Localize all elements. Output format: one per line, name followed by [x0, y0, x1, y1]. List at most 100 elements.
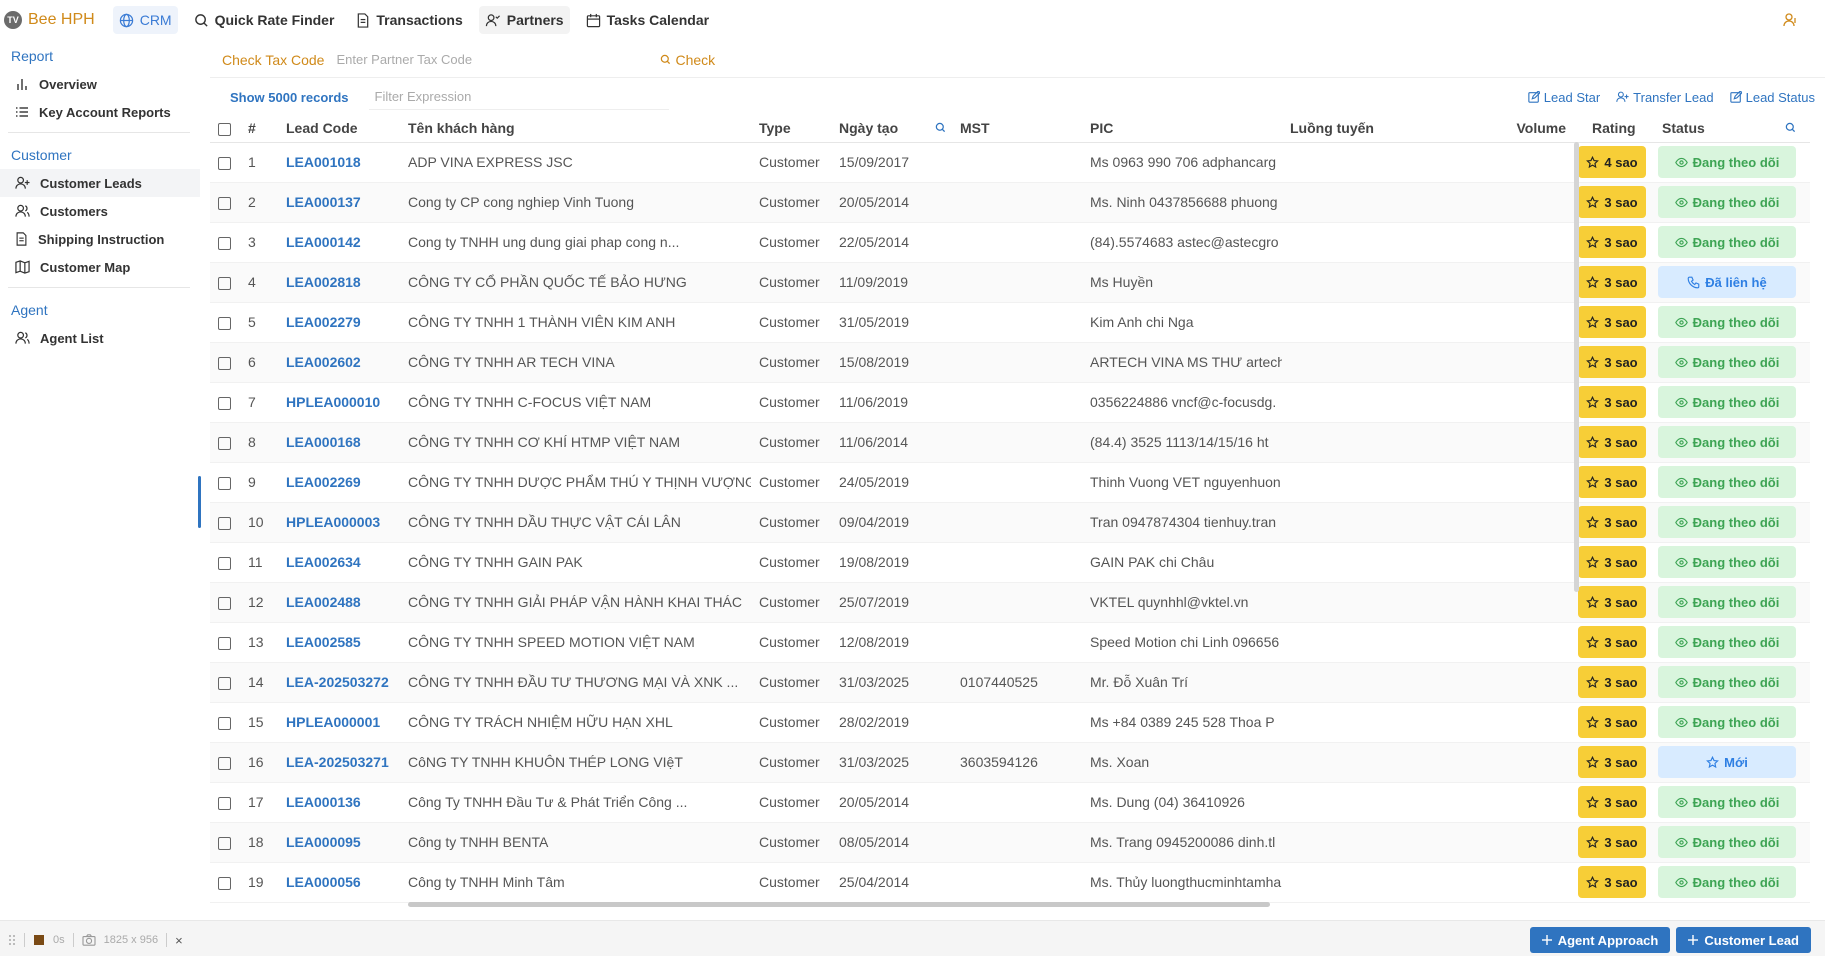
rating-badge[interactable]: 3 sao	[1578, 466, 1646, 498]
lead-code-link[interactable]: LEA002269	[286, 474, 361, 490]
sidebar-item-overview[interactable]: Overview	[0, 70, 200, 98]
status-badge[interactable]: Đang theo dõi	[1658, 866, 1796, 898]
sidebar-item-customers[interactable]: Customers	[0, 197, 200, 225]
row-checkbox[interactable]	[218, 676, 231, 690]
row-checkbox[interactable]	[218, 236, 231, 250]
sidebar-item-agent-list[interactable]: Agent List	[0, 324, 200, 352]
table-row[interactable]: 9 LEA002269 CÔNG TY TNHH DƯỢC PHẨM THÚ Y T…	[210, 462, 1810, 503]
rating-badge[interactable]: 3 sao	[1578, 506, 1646, 538]
lead-code-link[interactable]: LEA-202503272	[286, 674, 389, 690]
nav-partners[interactable]: Partners	[478, 6, 570, 34]
table-row[interactable]: 3 LEA000142 Cong ty TNHH ung dung giai pha…	[210, 222, 1810, 263]
rating-badge[interactable]: 3 sao	[1578, 546, 1646, 578]
lead-code-link[interactable]: LEA000095	[286, 834, 361, 850]
sidebar-item-customer-leads[interactable]: Customer Leads	[0, 169, 200, 197]
row-checkbox[interactable]	[218, 356, 231, 370]
row-checkbox[interactable]	[218, 796, 231, 810]
nav-transactions[interactable]: Transactions	[350, 6, 468, 34]
lead-star-button[interactable]: Lead Star	[1528, 90, 1600, 105]
table-row[interactable]: 4 LEA002818 CÔNG TY CỔ PHẦN QUỐC TẾ BẢO HƯ…	[210, 262, 1810, 303]
status-badge[interactable]: Đang theo dõi	[1658, 306, 1796, 338]
lead-code-link[interactable]: LEA002585	[286, 634, 361, 650]
status-badge[interactable]: Đang theo dõi	[1658, 546, 1796, 578]
rating-badge[interactable]: 3 sao	[1578, 626, 1646, 658]
lead-code-link[interactable]: LEA001018	[286, 154, 361, 170]
row-checkbox[interactable]	[218, 156, 231, 170]
rating-badge[interactable]: 4 sao	[1578, 146, 1646, 178]
rating-badge[interactable]: 3 sao	[1578, 426, 1646, 458]
header-type[interactable]: Type	[751, 114, 831, 143]
row-checkbox[interactable]	[218, 476, 231, 490]
table-row[interactable]: 19 LEA000056 Công ty TNHH Minh Tâm Customer…	[210, 862, 1810, 903]
table-row[interactable]: 7 HPLEA000010 CÔNG TY TNHH C-FOCUS VIỆT NA…	[210, 382, 1810, 423]
rating-badge[interactable]: 3 sao	[1578, 186, 1646, 218]
status-badge[interactable]: Đang theo dõi	[1658, 506, 1796, 538]
lead-code-link[interactable]: LEA000168	[286, 434, 361, 450]
table-row[interactable]: 14 LEA-202503272 CÔNG TY TNHH ĐẦU TƯ THƯƠN…	[210, 662, 1810, 703]
close-icon[interactable]: ×	[175, 933, 183, 948]
status-badge[interactable]: Đang theo dõi	[1658, 186, 1796, 218]
table-row[interactable]: 13 LEA002585 CÔNG TY TNHH SPEED MOTION VIỆ…	[210, 622, 1810, 663]
status-badge[interactable]: Đang theo dõi	[1658, 706, 1796, 738]
tax-code-input[interactable]	[330, 52, 651, 67]
rating-badge[interactable]: 3 sao	[1578, 586, 1646, 618]
check-tax-button[interactable]: Check	[660, 52, 715, 68]
status-badge[interactable]: Đang theo dõi	[1658, 826, 1796, 858]
row-checkbox[interactable]	[218, 716, 231, 730]
status-badge[interactable]: Đang theo dõi	[1658, 666, 1796, 698]
lead-status-button[interactable]: Lead Status	[1729, 90, 1815, 105]
row-checkbox[interactable]	[218, 596, 231, 610]
status-badge[interactable]: Đang theo dõi	[1658, 226, 1796, 258]
rating-badge[interactable]: 3 sao	[1578, 786, 1646, 818]
row-checkbox[interactable]	[218, 836, 231, 850]
rating-badge[interactable]: 3 sao	[1578, 746, 1646, 778]
row-checkbox[interactable]	[218, 876, 231, 890]
header-volume[interactable]: Volume	[1482, 114, 1574, 143]
status-badge[interactable]: Mới	[1658, 746, 1796, 778]
row-checkbox[interactable]	[218, 556, 231, 570]
status-badge[interactable]: Đang theo dõi	[1658, 586, 1796, 618]
row-checkbox[interactable]	[218, 396, 231, 410]
customer-lead-button[interactable]: Customer Lead	[1676, 927, 1811, 953]
lead-code-link[interactable]: LEA000142	[286, 234, 361, 250]
show-records-button[interactable]: Show 5000 records	[210, 90, 369, 105]
column-search-icon[interactable]	[1785, 122, 1796, 133]
lead-code-link[interactable]: LEA002634	[286, 554, 361, 570]
header-pic[interactable]: PIC	[1082, 114, 1282, 143]
transfer-lead-button[interactable]: Transfer Lead	[1616, 90, 1714, 105]
header-date-created[interactable]: Ngày tạo	[831, 114, 952, 143]
status-badge[interactable]: Đang theo dõi	[1658, 466, 1796, 498]
lead-code-link[interactable]: HPLEA000001	[286, 714, 380, 730]
record-icon[interactable]	[33, 934, 45, 946]
lead-code-link[interactable]: LEA002602	[286, 354, 361, 370]
row-checkbox[interactable]	[218, 196, 231, 210]
nav-crm[interactable]: CRM	[112, 6, 178, 34]
status-badge[interactable]: Đang theo dõi	[1658, 626, 1796, 658]
header-lead-code[interactable]: Lead Code	[278, 114, 400, 143]
lead-code-link[interactable]: LEA002279	[286, 314, 361, 330]
row-checkbox[interactable]	[218, 636, 231, 650]
status-badge[interactable]: Đang theo dõi	[1658, 786, 1796, 818]
header-route[interactable]: Luồng tuyến	[1282, 114, 1482, 143]
sidebar-scroll-indicator[interactable]	[198, 476, 201, 528]
lead-code-link[interactable]: LEA000137	[286, 194, 361, 210]
drag-handle-icon[interactable]	[8, 934, 16, 946]
rating-badge[interactable]: 3 sao	[1578, 346, 1646, 378]
row-checkbox[interactable]	[218, 756, 231, 770]
select-all-checkbox[interactable]	[218, 122, 231, 136]
rating-badge[interactable]: 3 sao	[1578, 706, 1646, 738]
row-checkbox[interactable]	[218, 516, 231, 530]
vertical-scrollbar[interactable]	[1574, 142, 1579, 592]
table-row[interactable]: 2 LEA000137 Cong ty CP cong nghiep Vinh Tu…	[210, 182, 1810, 223]
rating-badge[interactable]: 3 sao	[1578, 266, 1646, 298]
row-checkbox[interactable]	[218, 276, 231, 290]
rating-badge[interactable]: 3 sao	[1578, 826, 1646, 858]
nav-quick-rate-finder[interactable]: Quick Rate Finder	[188, 6, 341, 34]
table-row[interactable]: 1 LEA001018 ADP VINA EXPRESS JSC Customer 15…	[210, 142, 1810, 183]
lead-code-link[interactable]: LEA-202503271	[286, 754, 389, 770]
header-status[interactable]: Status	[1654, 114, 1810, 143]
row-checkbox[interactable]	[218, 316, 231, 330]
column-search-icon[interactable]	[935, 122, 946, 133]
table-row[interactable]: 8 LEA000168 CÔNG TY TNHH CƠ KHÍ HTMP VIỆT …	[210, 422, 1810, 463]
status-badge[interactable]: Đang theo dõi	[1658, 386, 1796, 418]
